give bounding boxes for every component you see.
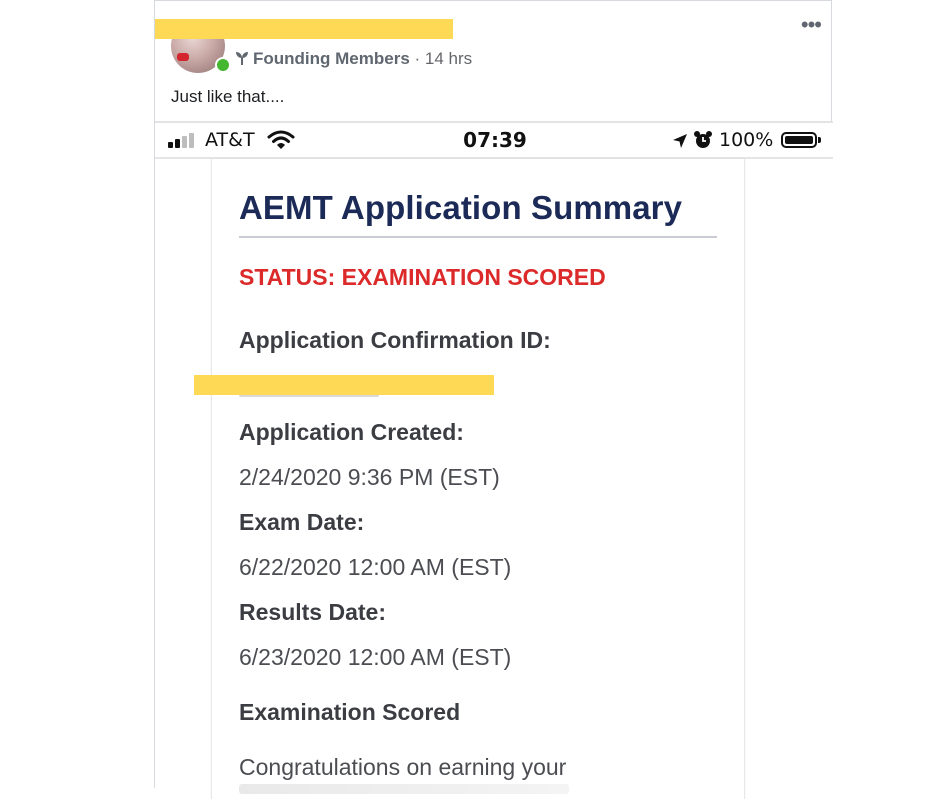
application-summary-page: AEMT Application Summary STATUS: EXAMINA…: [194, 159, 745, 799]
phone-status-bar: AT&T 07:39 100%: [155, 123, 833, 159]
carrier-name: AT&T: [205, 129, 255, 151]
more-options-icon[interactable]: •••: [801, 14, 822, 36]
battery-tip: [818, 137, 821, 143]
clock-time: 07:39: [463, 128, 527, 152]
congratulations-text: Congratulations on earning your: [239, 754, 567, 780]
application-created-label: Application Created:: [239, 419, 464, 445]
wifi-icon: [267, 130, 295, 149]
battery-percent: 100%: [719, 129, 774, 151]
avatar-detail: [177, 53, 189, 61]
battery-icon: [781, 132, 817, 148]
author-name-redaction: [155, 19, 453, 39]
confirmation-id-redaction: [194, 375, 494, 395]
page-title: AEMT Application Summary: [239, 189, 683, 226]
post-meta: Founding Members · 14 hrs: [235, 49, 472, 69]
alarm-icon: [694, 131, 712, 148]
results-date-label: Results Date:: [239, 599, 386, 625]
post-text: Just like that....: [171, 87, 285, 106]
confirmation-id-label: Application Confirmation ID:: [239, 327, 551, 353]
status-badge: STATUS: EXAMINATION SCORED: [239, 264, 606, 290]
location-icon: [673, 134, 687, 148]
group-name-link[interactable]: Founding Members: [253, 49, 410, 68]
exam-date-label: Exam Date:: [239, 509, 365, 535]
title-divider: [239, 236, 717, 238]
application-created-value: 2/24/2020 9:36 PM (EST): [239, 464, 500, 490]
post-timestamp[interactable]: · 14 hrs: [415, 49, 473, 68]
cut-off-text-line: [239, 784, 569, 794]
section-heading: Examination Scored: [239, 699, 461, 725]
sprout-icon: [236, 52, 248, 65]
results-date-value: 6/23/2020 12:00 AM (EST): [239, 644, 512, 670]
screenshot-image[interactable]: AEMT Application Summary STATUS: EXAMINA…: [155, 159, 833, 799]
post-card: Founding Members · 14 hrs ••• Just like …: [154, 0, 833, 799]
online-status-indicator: [215, 57, 231, 73]
exam-date-value: 6/22/2020 12:00 AM (EST): [239, 554, 512, 580]
signal-icon: [168, 132, 198, 148]
